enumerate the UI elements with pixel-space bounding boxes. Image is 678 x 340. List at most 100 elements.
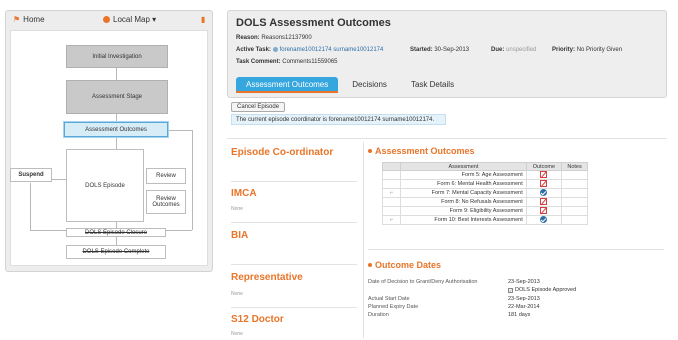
attachment-cell [381,206,402,216]
assessment-outcomes-title: Assessment Outcomes [375,146,475,156]
episode-coordinator-heading: Episode Co-ordinator [231,147,334,158]
outcome-cell [525,206,563,216]
actual-start-label: Actual Start Date [368,296,410,302]
paperclip-icon[interactable]: ⌐ [390,217,394,223]
attachment-cell [381,197,402,207]
notes-cell [561,215,588,225]
map-node-label: DOLS Episode Closure [84,229,148,236]
table-header-row: Assessment Outcome Notes [381,162,588,171]
assessment-column-header: Assessment [400,162,527,171]
local-map-icon [103,16,110,23]
map-node-episode-closure[interactable]: DOLS Episode Closure [66,228,166,237]
reason-value: Reasons12137900 [261,35,312,41]
outcome-dates-heading: Outcome Dates [368,260,441,270]
table-row[interactable]: Form 9: Eligibility Assessment [381,206,588,216]
map-node-label: DOLS Episode Complete [82,249,150,255]
assessment-name: Form 9: Eligibility Assessment [400,206,527,216]
task-comment-line: Task Comment: Comments11559065 [236,59,338,65]
s12-doctor-value: None [231,331,243,337]
map-node-suspend[interactable]: Suspend [10,168,52,182]
outcome-cell [525,188,563,198]
priority-label: Priority: [552,47,576,53]
table-row[interactable]: Form 5: Age Assessment [381,170,588,180]
decision-date-value: 23-Sep-2013 [508,279,540,285]
table-row[interactable]: Form 6: Mental Health Assessment [381,179,588,189]
attachment-column-header [381,162,402,171]
reason-line: Reason: Reasons12137900 [236,35,312,41]
map-nav: ⚑ Home Local Map ▾ ▮ [5,10,213,30]
outcome-cell [525,215,563,225]
tab-assessment-outcomes[interactable]: Assessment Outcomes [236,77,339,93]
tab-task-details[interactable]: Task Details [400,77,465,93]
cross-icon [540,171,548,178]
notes-cell [561,170,588,180]
map-node-label: Suspend [18,172,44,178]
pin-icon[interactable]: ▮ [201,15,205,24]
attachment-cell [381,170,402,180]
active-task-label: Active Task: [236,47,271,53]
approved-label: DOLS Episode Approved [515,287,577,293]
priority-value: No Priority Given [576,47,623,53]
table-row[interactable]: ⌐ Form 7: Mental Capacity Assessment [381,188,588,198]
s12-doctor-heading: S12 Doctor [231,314,284,325]
paperclip-icon[interactable]: ⌐ [390,190,394,196]
notes-cell [561,188,588,198]
attachment-cell [381,179,402,189]
map-node-assessment-stage[interactable]: Assessment Stage [66,80,168,114]
representative-value: None [231,291,243,297]
tab-bar: Assessment Outcomes Decisions Task Detai… [236,77,465,93]
map-node-initial-investigation[interactable]: Initial Investigation [66,45,168,68]
map-node-label: Initial Investigation [92,53,142,60]
imca-heading: IMCA [231,188,257,199]
planned-expiry-value: 22-Mar-2014 [508,304,540,310]
outcome-cell [525,179,563,189]
home-icon: ⚑ [13,15,21,24]
outcome-dates-title: Outcome Dates [375,260,442,270]
map-node-review-outcomes[interactable]: Review Outcomes [146,190,186,214]
outcome-column-header: Outcome [525,162,563,171]
table-row[interactable]: Form 8: No Refusals Assessment [381,197,588,207]
notes-cell [561,179,588,189]
table-row[interactable]: ⌐ Form 10: Best Interests Assessment [381,215,588,225]
due-label: Due: [491,47,505,53]
page-title: DOLS Assessment Outcomes [236,17,391,29]
active-task-link[interactable]: forename10012174 surname10012174 [280,47,384,53]
map-node-episode-complete[interactable]: DOLS Episode Complete [66,245,166,259]
attachment-cell[interactable]: ⌐ [381,188,402,198]
due-field: Due: unspecified [491,47,536,53]
assessment-outcomes-table: Assessment Outcome Notes Form 5: Age Ass… [381,162,588,225]
approved-checkbox[interactable]: ✓ [508,288,513,293]
map-node-dols-episode[interactable]: DOLS Episode [66,149,144,222]
outcome-cell [525,170,563,180]
check-icon [540,216,548,223]
local-map-tab[interactable]: Local Map ▾ [103,15,156,24]
duration-value: 181 days [508,312,531,318]
decision-date-label: Date of Decision to Grant/Deny Authorisa… [368,279,478,285]
home-tab[interactable]: ⚑ Home [13,15,45,24]
map-node-label: Assessment Stage [91,94,143,100]
tab-decisions[interactable]: Decisions [342,77,397,93]
imca-value: None [231,206,243,212]
priority-field: Priority: No Priority Given [552,47,622,53]
assessment-name: Form 5: Age Assessment [400,170,527,180]
map-node-label: DOLS Episode [85,182,125,189]
task-comment-label: Task Comment: [236,59,281,65]
cancel-episode-button[interactable]: Cancel Episode [231,102,286,112]
reason-label: Reason: [236,35,260,41]
attachment-cell[interactable]: ⌐ [381,215,402,225]
outcome-cell [525,197,563,207]
notes-cell [561,197,588,207]
actual-start-value: 23-Sep-2013 [508,296,540,302]
assessment-name: Form 10: Best Interests Assessment [400,215,527,225]
map-node-label: Review Outcomes [152,196,180,208]
started-label: Started: [410,47,433,53]
cross-icon [540,207,548,214]
map-node-review[interactable]: Review [146,168,186,184]
active-task-line: Active Task: forename10012174 surname100… [236,47,383,53]
map-node-assessment-outcomes[interactable]: Assessment Outcomes [64,122,168,137]
chevron-down-icon[interactable]: ▾ [152,15,156,24]
user-icon [272,47,278,52]
coordinator-notice: The current episode coordinator is foren… [231,114,446,125]
duration-label: Duration [368,312,389,318]
planned-expiry-label: Planned Expiry Date [368,304,419,310]
